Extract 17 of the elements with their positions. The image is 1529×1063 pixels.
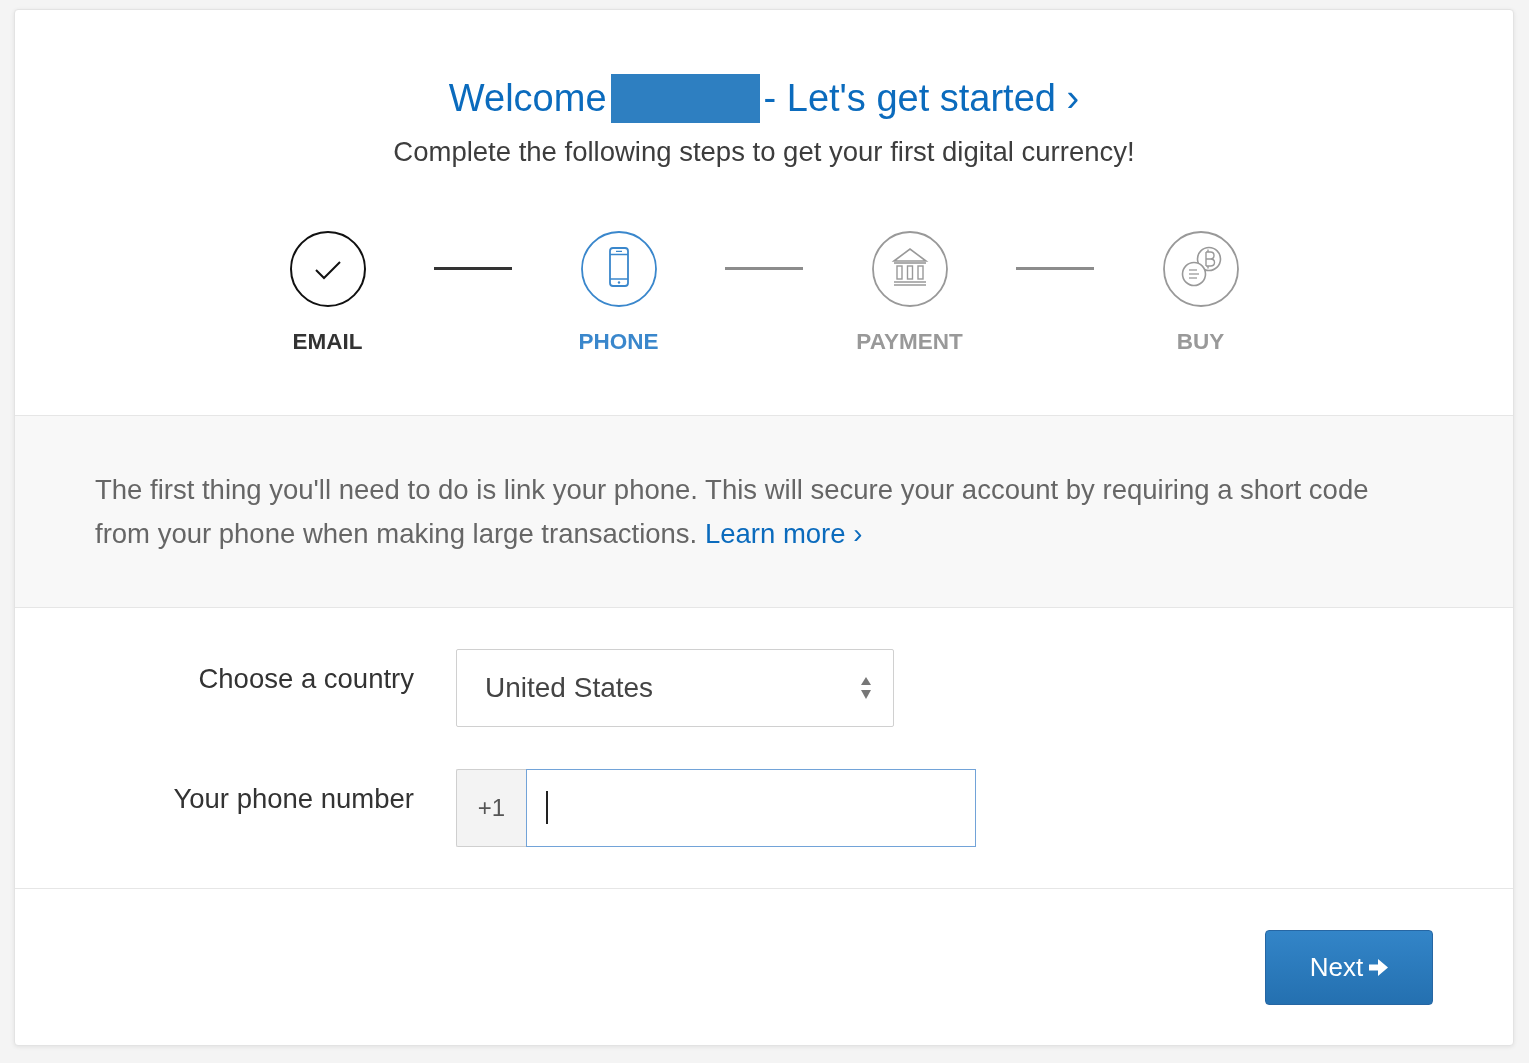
phone-input-field[interactable] xyxy=(526,769,976,847)
next-button[interactable]: Next xyxy=(1265,930,1433,1005)
intro-paragraph: The first thing you'll need to do is link your phone. This will secure your account by requiring a short code from your phone when making large transactions. Learn more › xyxy=(95,473,1370,551)
country-select[interactable]: United States xyxy=(456,649,894,727)
field-label: Choose a country xyxy=(198,662,414,695)
step-label: EMAIL xyxy=(292,330,363,354)
country-code-prefix: +1 xyxy=(456,769,526,847)
learn-more-link[interactable]: Learn more › xyxy=(704,518,863,549)
step-label: PHONE xyxy=(578,330,659,354)
field-label: Your phone number xyxy=(173,782,414,815)
step-label: BUY xyxy=(1176,330,1225,354)
subtitle-text: Complete the following steps to get your first digital currency! xyxy=(392,137,1136,167)
up-down-arrows-icon xyxy=(861,677,871,699)
title-text: Welcome xyxy=(448,76,607,121)
step-label: PAYMENT xyxy=(856,330,963,354)
arrow-right-icon xyxy=(1369,959,1389,976)
title-text: - Let's get started › xyxy=(763,76,1080,121)
